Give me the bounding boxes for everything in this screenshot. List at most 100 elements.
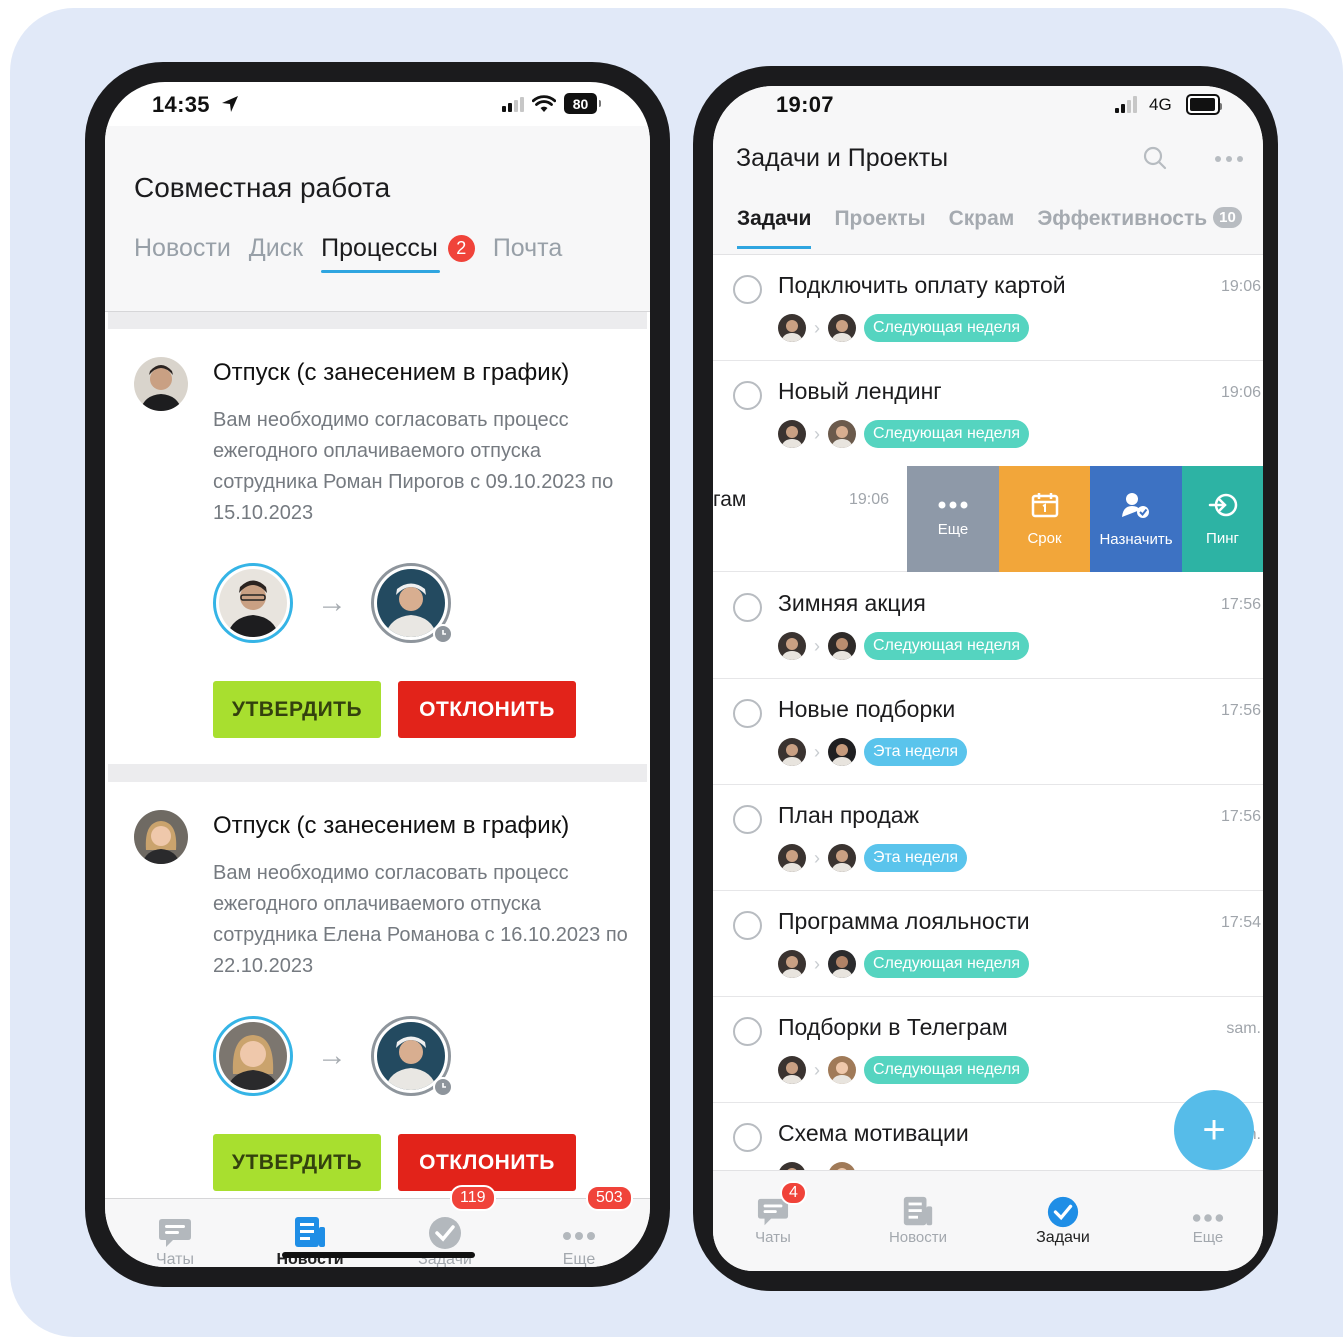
approver-avatar[interactable] (371, 1016, 453, 1097)
task-time: 17:56 (1220, 808, 1261, 825)
status-icons: 80 (502, 93, 601, 114)
reject-button[interactable]: ОТКЛОНИТЬ (398, 681, 576, 738)
task-complete-checkbox[interactable] (733, 593, 762, 622)
task-complete-checkbox[interactable] (733, 381, 762, 410)
tabbar-more[interactable]: 503 Еще (529, 1185, 633, 1267)
initiator-avatar[interactable] (213, 563, 293, 643)
tab-processes[interactable]: Процессы (321, 234, 440, 273)
tabbar-more[interactable]: Еще (1158, 1193, 1258, 1246)
tab-scrum[interactable]: Скрам (949, 207, 1015, 231)
task-row[interactable]: Новые подборки 17:56 › Эта неделя (713, 680, 1263, 785)
task-time: 17:56 (1220, 596, 1261, 613)
approver-avatar[interactable] (371, 563, 453, 644)
swipe-action-ping[interactable]: Пинг (1182, 466, 1263, 572)
creator-avatar (778, 1056, 806, 1084)
assign-user-icon (1122, 492, 1149, 518)
task-row[interactable]: План продаж 17:56 › Эта неделя (713, 786, 1263, 891)
tabbar-label: Еще (1192, 1229, 1224, 1246)
task-meta: › Эта неделя (778, 738, 968, 766)
deadline-badge[interactable]: Следующая неделя (864, 314, 1030, 342)
tab-news[interactable]: Новости (134, 234, 231, 263)
status-time: 14:35 (152, 92, 210, 117)
task-time: 19:06 (849, 491, 890, 508)
app-header: 19:07 4G Задачи и Проекты Задачи Проекты… (713, 86, 1263, 255)
search-icon[interactable] (1143, 146, 1167, 170)
reject-button[interactable]: ОТКЛОНИТЬ (398, 1134, 576, 1191)
initiator-avatar[interactable] (213, 1016, 293, 1096)
left-phone-frame: 14:35 80 Совместная работа Новости Диск … (85, 62, 670, 1287)
tab-disk[interactable]: Диск (249, 234, 303, 263)
task-complete-checkbox[interactable] (733, 699, 762, 728)
creator-avatar (778, 844, 806, 872)
chat-icon (159, 1219, 191, 1247)
process-card: Отпуск (с занесением в график) Вам необх… (108, 782, 647, 1212)
tabbar-label: Еще (562, 1251, 596, 1267)
task-complete-checkbox[interactable] (733, 275, 762, 304)
tab-projects[interactable]: Проекты (834, 207, 925, 231)
creator-avatar (778, 314, 806, 342)
task-row[interactable]: Новый лендинг 19:06 › Следующая неделя (713, 362, 1263, 467)
deadline-badge[interactable]: Следующая неделя (864, 632, 1030, 660)
avatar[interactable] (134, 810, 188, 864)
task-complete-checkbox[interactable] (733, 1017, 762, 1046)
wifi-icon (532, 94, 556, 112)
app-header: Совместная работа Новости Диск Процессы … (105, 126, 650, 312)
action-label: Еще (937, 520, 969, 538)
tabbar-label: Новости (888, 1229, 948, 1246)
deadline-badge[interactable]: Следующая неделя (864, 420, 1030, 448)
chevron-right-icon: › (814, 953, 820, 974)
task-row[interactable]: Подключить оплату картой 19:06 › Следующ… (713, 256, 1263, 361)
tabbar-tasks[interactable]: Задачи (1013, 1193, 1113, 1247)
deadline-badge[interactable]: Эта неделя (864, 844, 968, 872)
route-arrow-icon: → (317, 586, 347, 619)
approve-button[interactable]: УТВЕРДИТЬ (213, 681, 381, 738)
swiped-task-row[interactable]: гам 19:06 Еще Срок Назначить Пинг (713, 466, 1263, 572)
creator-avatar (778, 950, 806, 978)
task-row[interactable]: Программа лояльности 17:54 › Следующая н… (713, 892, 1263, 997)
creator-avatar (778, 420, 806, 448)
add-task-button[interactable]: + (1174, 1090, 1254, 1170)
task-meta: › Следующая неделя (778, 420, 1030, 448)
task-meta: › Следующая неделя (778, 632, 1030, 660)
task-time: 19:06 (1220, 278, 1261, 295)
tab-efficiency[interactable]: Эффективность 10 (1037, 207, 1242, 231)
cellular-signal-icon (502, 96, 524, 112)
status-icons: 4G (1115, 94, 1222, 115)
approve-button[interactable]: УТВЕРДИТЬ (213, 1134, 381, 1191)
swipe-action-deadline[interactable]: Срок (999, 466, 1090, 572)
tab-efficiency-label: Эффективность (1037, 207, 1208, 230)
avatar[interactable] (134, 357, 188, 411)
task-meta: › Эта неделя (778, 844, 968, 872)
tabbar-chats[interactable]: 4 Чаты (723, 1181, 823, 1246)
deadline-badge[interactable]: Следующая неделя (864, 950, 1030, 978)
task-title: Зимняя акция (778, 590, 926, 616)
deadline-badge[interactable]: Эта неделя (864, 738, 968, 766)
task-row[interactable]: Подборки в Телеграм sam. › Следующая нед… (713, 998, 1263, 1103)
task-title: Новый лендинг (778, 378, 942, 404)
task-complete-checkbox[interactable] (733, 1123, 762, 1152)
action-label: Срок (1027, 529, 1062, 547)
tab-tasks[interactable]: Задачи (737, 207, 812, 249)
news-icon (295, 1217, 325, 1247)
task-title: План продаж (778, 802, 919, 828)
responsible-avatar (828, 314, 856, 342)
swipe-action-assign[interactable]: Назначить (1090, 466, 1182, 572)
task-complete-checkbox[interactable] (733, 911, 762, 940)
process-title: Отпуск (с занесением в график) (213, 812, 570, 839)
tabbar-chats[interactable]: Чаты (125, 1199, 225, 1267)
chevron-right-icon: › (814, 741, 820, 762)
task-complete-checkbox[interactable] (733, 805, 762, 834)
creator-avatar (778, 632, 806, 660)
tabbar-label: Чаты (755, 1229, 791, 1246)
tabbar-news[interactable]: Новости (868, 1193, 968, 1246)
chevron-right-icon: › (814, 1059, 820, 1080)
header-more-icon[interactable] (1215, 156, 1243, 162)
tab-mail[interactable]: Почта (493, 234, 562, 263)
processes-feed: Отпуск (с занесением в график) Вам необх… (108, 312, 647, 1212)
swipe-action-more[interactable]: Еще (907, 466, 999, 572)
responsible-avatar (828, 950, 856, 978)
left-phone-screen: 14:35 80 Совместная работа Новости Диск … (105, 82, 650, 1267)
task-row[interactable]: Зимняя акция 17:56 › Следующая неделя (713, 574, 1263, 679)
deadline-badge[interactable]: Следующая неделя (864, 1056, 1030, 1084)
task-meta: › Следующая неделя (778, 314, 1030, 342)
